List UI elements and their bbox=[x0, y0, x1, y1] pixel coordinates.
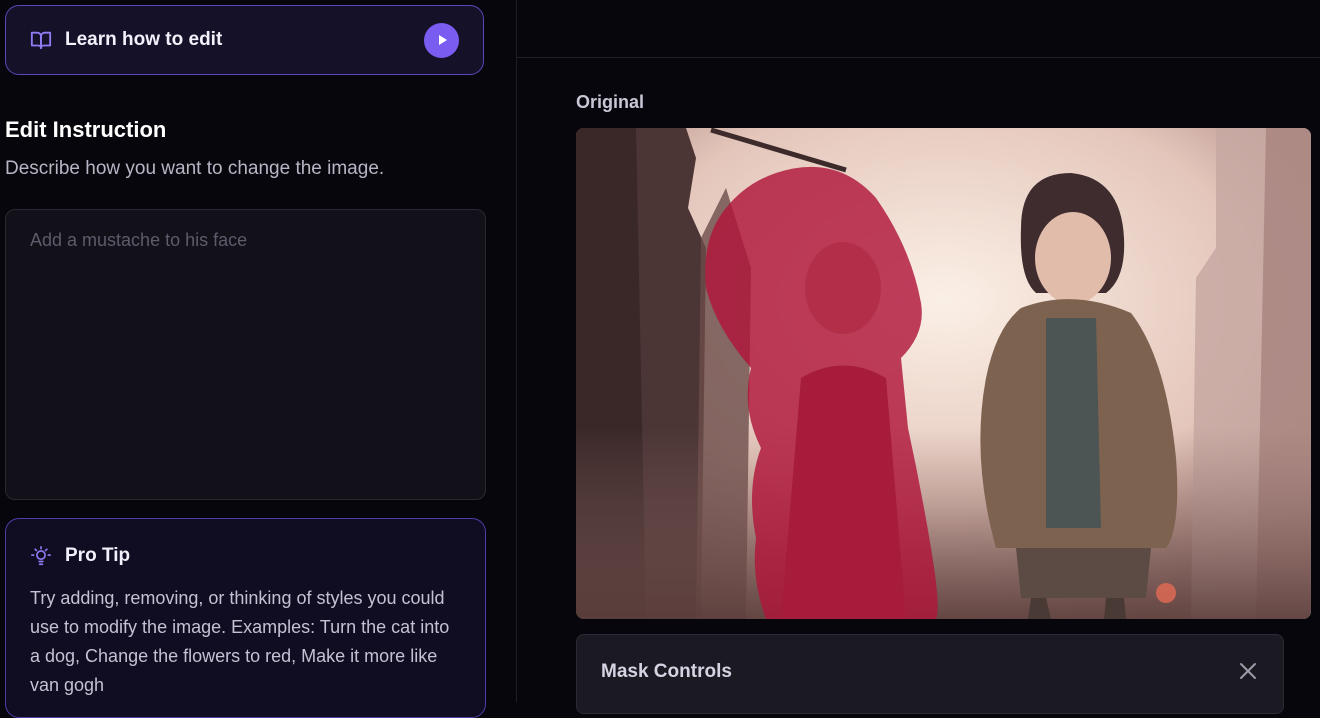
pro-tip-card: Pro Tip Try adding, removing, or thinkin… bbox=[5, 518, 486, 718]
mask-controls-panel: Mask Controls bbox=[576, 634, 1284, 714]
original-image-canvas[interactable] bbox=[576, 128, 1311, 619]
edit-instruction-description: Describe how you want to change the imag… bbox=[5, 158, 385, 179]
edit-instruction-heading: Edit Instruction bbox=[5, 117, 167, 142]
header-divider bbox=[517, 57, 1320, 58]
lightbulb-icon bbox=[30, 545, 52, 567]
mask-controls-title: Mask Controls bbox=[601, 661, 732, 682]
play-icon bbox=[438, 35, 447, 45]
learn-how-to-edit-card[interactable]: Learn how to edit bbox=[5, 5, 484, 75]
original-label: Original bbox=[576, 92, 645, 112]
pro-tip-title: Pro Tip bbox=[65, 545, 131, 566]
pro-tip-text: Try adding, removing, or thinking of sty… bbox=[30, 588, 450, 695]
book-open-icon bbox=[30, 29, 52, 51]
play-button[interactable] bbox=[424, 22, 459, 58]
left-panel: Learn how to edit Edit Instruction Descr… bbox=[0, 0, 517, 718]
edit-instruction-input[interactable] bbox=[5, 209, 486, 500]
pro-tip-header: Pro Tip bbox=[30, 545, 461, 567]
learn-how-to-edit-label: Learn how to edit bbox=[65, 29, 223, 50]
right-panel: Original Mask Controls bbox=[517, 0, 1320, 714]
close-icon[interactable] bbox=[1237, 660, 1259, 682]
